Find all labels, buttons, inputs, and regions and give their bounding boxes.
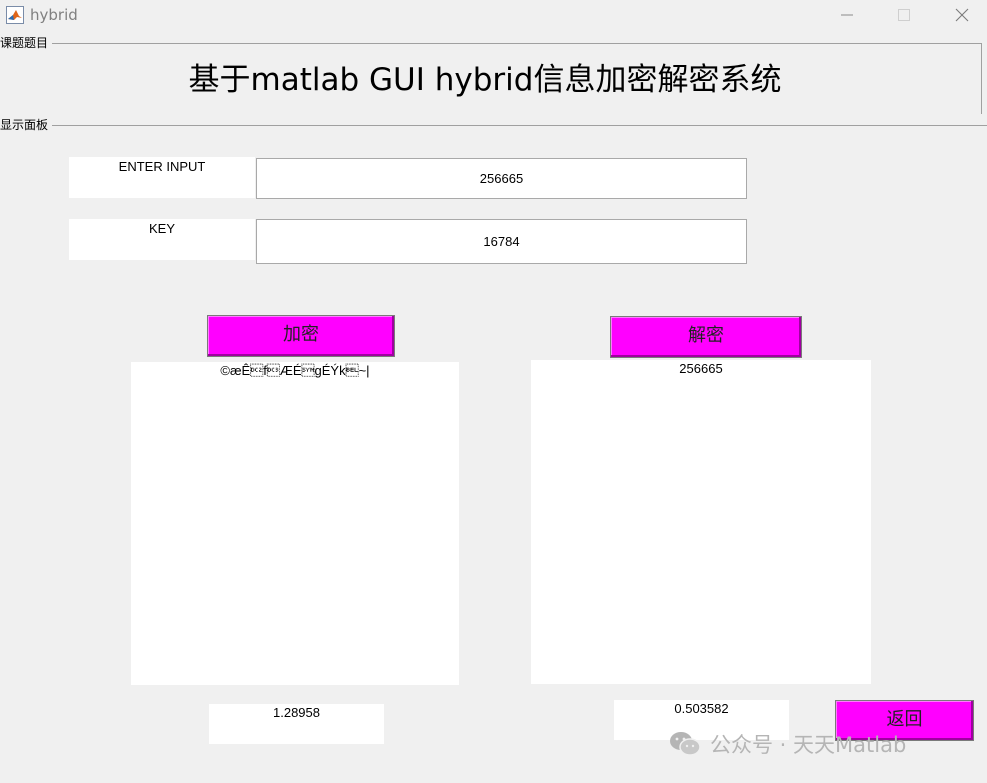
wechat-icon xyxy=(670,732,701,756)
key-label: KEY xyxy=(69,219,255,260)
decrypt-button[interactable]: 解密 xyxy=(610,316,802,358)
minimize-button[interactable] xyxy=(818,0,876,30)
display-panel-title: 显示面板 xyxy=(0,117,53,133)
window-titlebar: hybrid xyxy=(0,0,987,33)
matlab-app-icon xyxy=(6,6,24,24)
watermark-text: 公众号 · 天天Matlab xyxy=(710,733,907,757)
topic-panel-title: 课题题目 xyxy=(0,35,53,51)
enter-input-label: ENTER INPUT xyxy=(69,157,255,198)
window-title: hybrid xyxy=(30,6,78,24)
decrypted-output: 256665 xyxy=(531,360,871,684)
close-icon xyxy=(955,8,969,22)
key-field[interactable] xyxy=(256,219,747,264)
minimize-icon xyxy=(841,14,853,16)
close-button[interactable] xyxy=(933,0,987,30)
maximize-icon xyxy=(898,9,910,21)
watermark: 公众号 · 天天Matlab xyxy=(668,729,906,759)
encrypt-time-readout: 1.28958 xyxy=(209,704,384,744)
enter-input-field[interactable] xyxy=(256,158,747,199)
encrypted-output: ©æÊfÆÉgÉÝk~| xyxy=(131,362,459,685)
page-title: 基于matlab GUI hybrid信息加密解密系统 xyxy=(188,62,782,98)
maximize-button[interactable] xyxy=(875,0,933,30)
encrypt-button[interactable]: 加密 xyxy=(207,315,395,357)
